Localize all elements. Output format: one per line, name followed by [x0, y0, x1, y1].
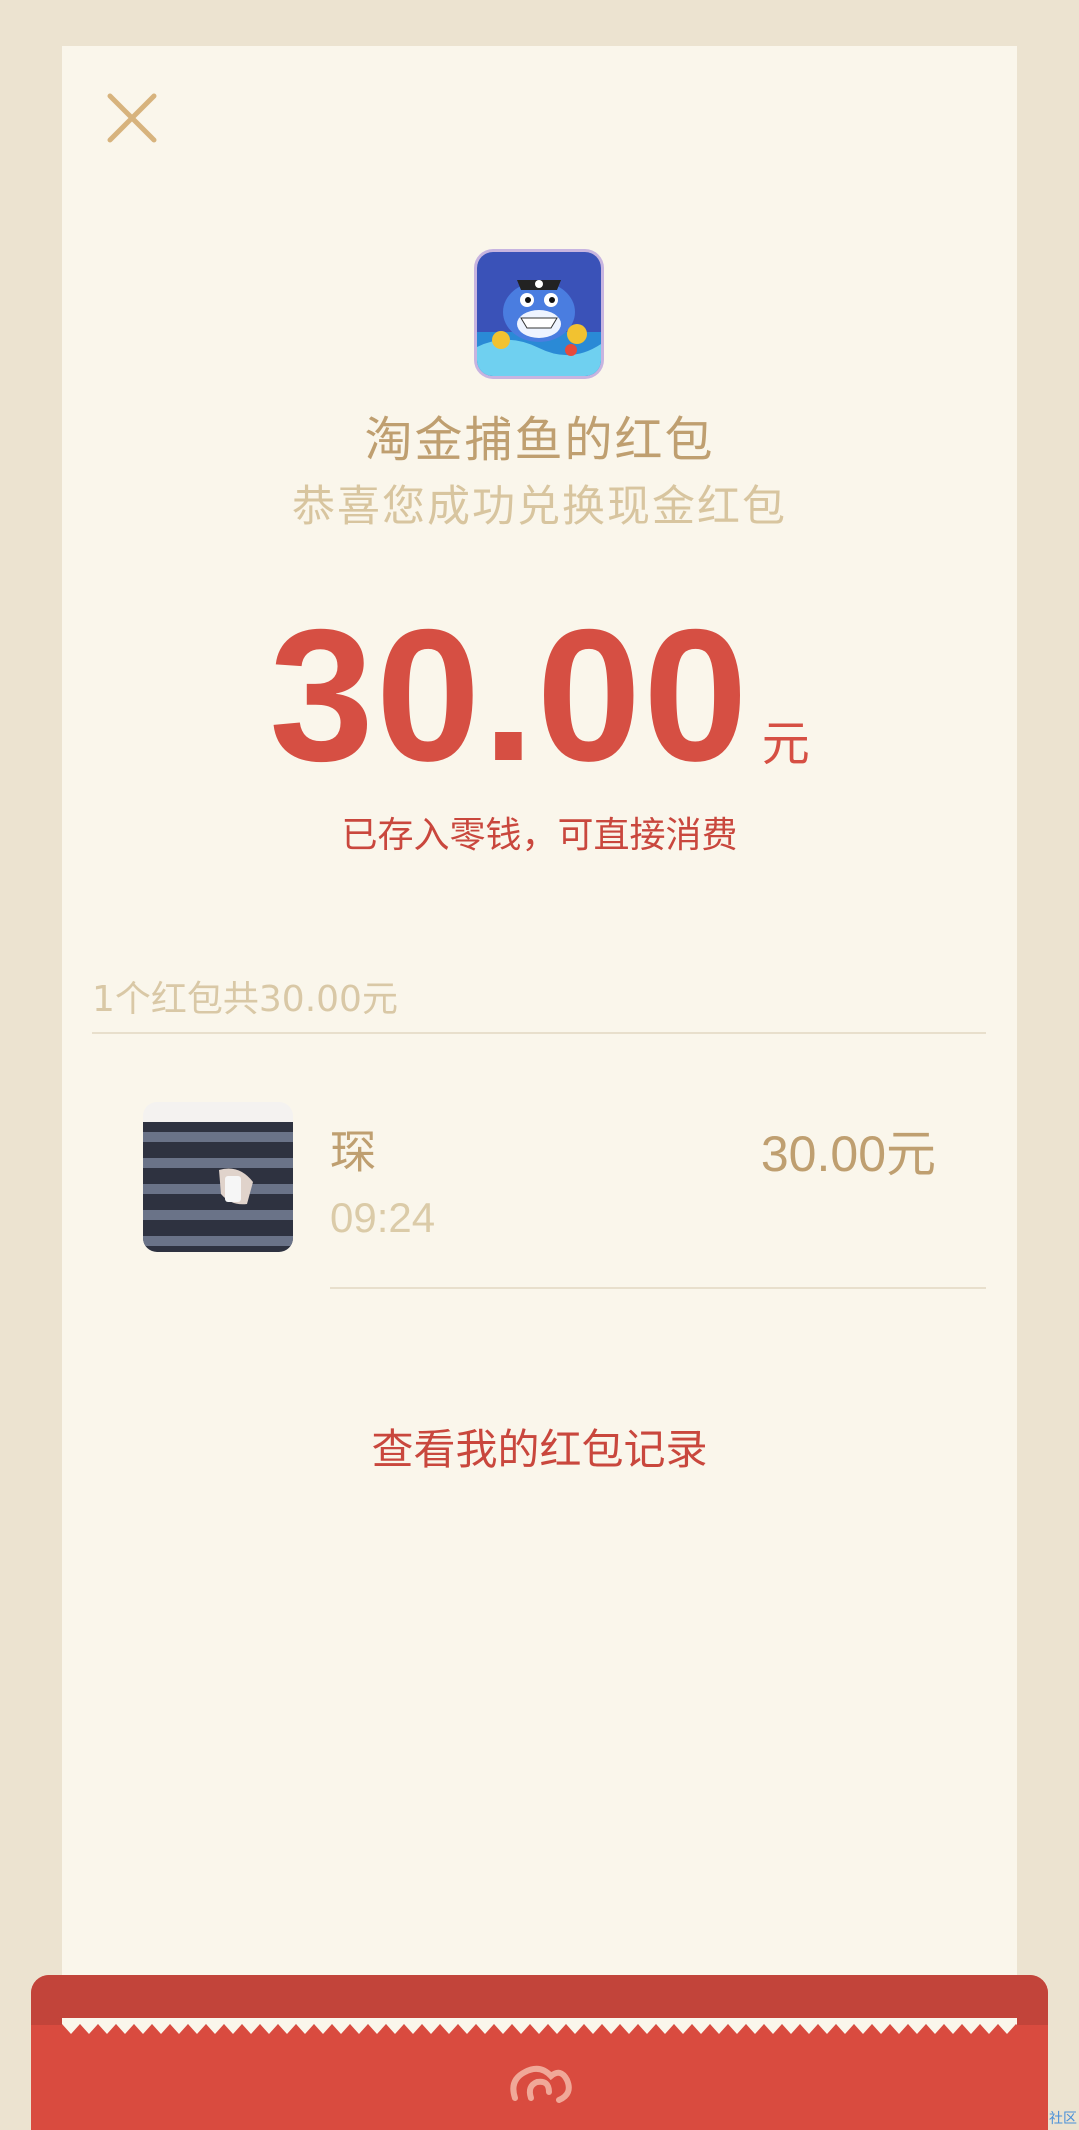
view-records-link[interactable]: 查看我的红包记录: [0, 1416, 1079, 1477]
row-divider: [330, 1287, 986, 1289]
band-logo: [505, 2058, 575, 2108]
receiver-avatar[interactable]: [143, 1102, 293, 1252]
receiver-name: 琛: [330, 1125, 376, 1179]
amount-value: 30.00: [269, 590, 750, 800]
receive-time: 09:24: [330, 1194, 436, 1241]
shark-game-app-icon: [477, 252, 601, 376]
receiver-amount: 30.00元: [760, 1126, 936, 1182]
cloud-swirl-icon: [510, 2065, 572, 2103]
close-icon: [107, 93, 157, 143]
summary-text: 1个红包共30.00元: [92, 979, 398, 1020]
deposit-note: 已存入零钱，可直接消费: [341, 815, 738, 856]
divider: [92, 1032, 986, 1034]
subtitle: 恭喜您成功兑换现金红包: [292, 482, 787, 532]
close-button[interactable]: [106, 92, 158, 144]
sender-title: 淘金捕鱼的红包: [364, 412, 715, 468]
amount-unit: 元: [761, 716, 810, 772]
amount-display: 30.00 元: [0, 600, 1079, 790]
watermark: 社区: [1049, 2111, 1077, 2127]
zigzag-edge: [62, 2018, 1017, 2034]
app-icon: [477, 252, 601, 376]
user-avatar: [143, 1102, 293, 1252]
